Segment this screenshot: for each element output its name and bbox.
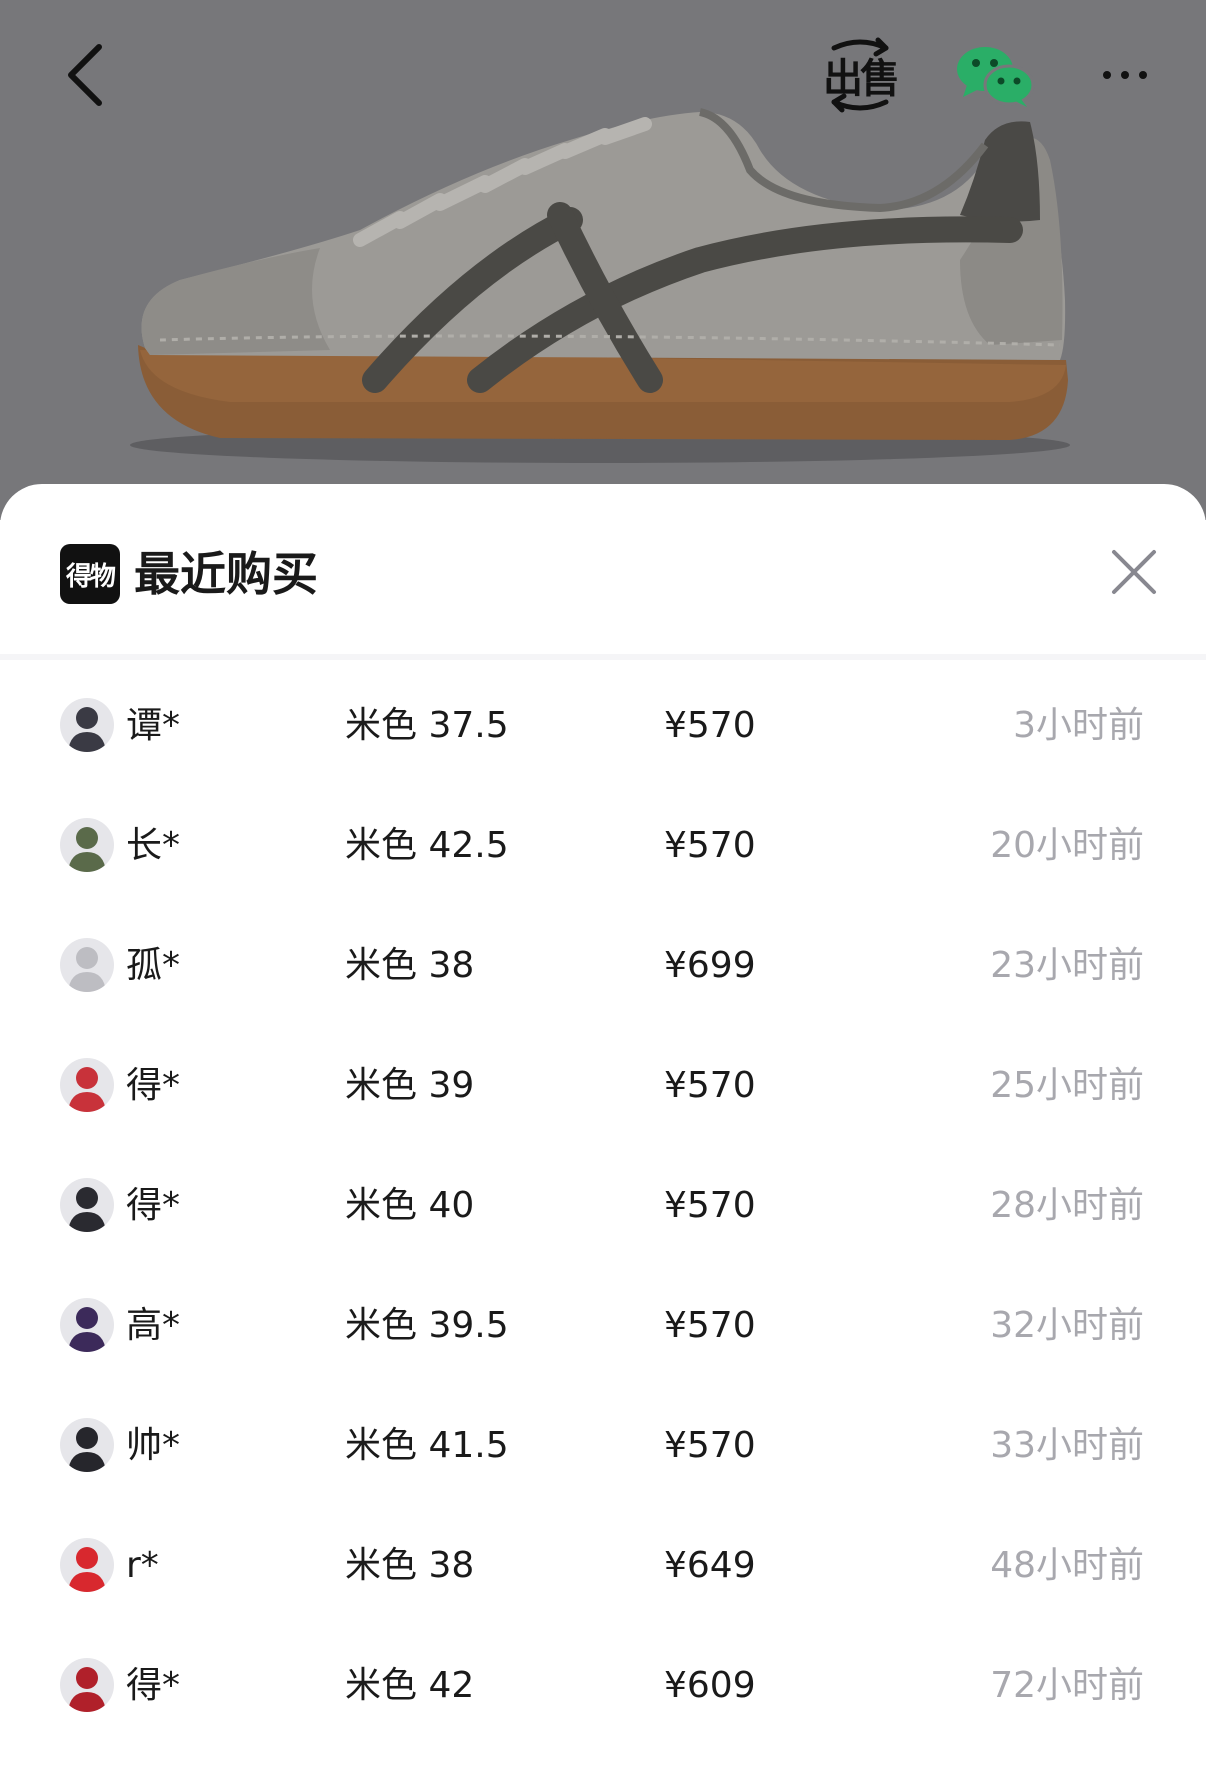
avatar [60, 1298, 114, 1352]
purchase-time: 28小时前 [990, 1185, 1144, 1226]
buyer-name: 孤* [126, 945, 181, 986]
purchase-list: 谭* 米色 37.5 ¥570 3小时前 长* 米色 42.5 ¥570 20小… [0, 666, 1206, 1746]
purchase-row: 帅* 米色 41.5 ¥570 33小时前 [0, 1386, 1206, 1506]
item-price: ¥570 [664, 705, 756, 746]
purchase-time: 72小时前 [990, 1665, 1144, 1706]
purchase-time: 32小时前 [990, 1305, 1144, 1346]
dewu-logo: 得物 [60, 544, 120, 604]
buyer-name: 得* [126, 1665, 181, 1706]
sell-label: 出售 [823, 56, 900, 102]
item-spec: 米色 39.5 [345, 1305, 509, 1346]
sheet-header: 得物 最近购买 [0, 484, 1206, 660]
purchase-row: 得* 米色 40 ¥570 28小时前 [0, 1146, 1206, 1266]
more-dots-icon [1103, 71, 1147, 79]
avatar [60, 1418, 114, 1472]
purchase-row: 孤* 米色 38 ¥699 23小时前 [0, 906, 1206, 1026]
product-image: 出售 [0, 0, 1206, 520]
wechat-icon [957, 47, 1035, 107]
close-button[interactable] [1108, 546, 1160, 598]
purchase-time: 20小时前 [990, 825, 1144, 866]
purchase-time: 48小时前 [990, 1545, 1144, 1586]
item-spec: 米色 39 [345, 1065, 475, 1106]
sell-button[interactable]: 出售 [820, 30, 900, 120]
buyer-name: 高* [126, 1305, 181, 1346]
item-spec: 米色 41.5 [345, 1425, 509, 1466]
avatar-image [68, 1667, 106, 1712]
purchase-row: 得* 米色 39 ¥570 25小时前 [0, 1026, 1206, 1146]
avatar-image [68, 707, 106, 752]
sheet-title: 最近购买 [134, 547, 318, 601]
purchase-row: 得* 米色 42 ¥609 72小时前 [0, 1626, 1206, 1746]
recent-purchases-sheet: 得物 最近购买 谭* 米色 37.5 ¥570 3小时前 长* 米色 42.5 … [0, 484, 1206, 1775]
chevron-left-icon [68, 44, 102, 106]
back-button[interactable] [50, 30, 120, 120]
purchase-time: 23小时前 [990, 945, 1144, 986]
item-spec: 米色 42.5 [345, 825, 509, 866]
avatar-image [68, 1187, 106, 1232]
item-spec: 米色 38 [345, 945, 475, 986]
buyer-name: 谭* [126, 705, 181, 746]
item-price: ¥649 [664, 1545, 756, 1586]
avatar-image [68, 1547, 106, 1592]
share-wechat-button[interactable] [950, 30, 1040, 120]
buyer-name: 帅* [126, 1425, 181, 1466]
item-price: ¥570 [664, 1305, 756, 1346]
close-icon [1112, 550, 1156, 594]
purchase-time: 25小时前 [990, 1065, 1144, 1106]
item-price: ¥570 [664, 1425, 756, 1466]
purchase-time: 3小时前 [1013, 705, 1144, 746]
avatar [60, 1658, 114, 1712]
avatar-image [68, 1427, 106, 1472]
avatar [60, 938, 114, 992]
item-spec: 米色 40 [345, 1185, 475, 1226]
buyer-name: 长* [126, 825, 181, 866]
avatar-image [68, 1307, 106, 1352]
avatar [60, 698, 114, 752]
purchase-row: 高* 米色 39.5 ¥570 32小时前 [0, 1266, 1206, 1386]
purchase-row: r* 米色 38 ¥649 48小时前 [0, 1506, 1206, 1626]
avatar [60, 1058, 114, 1112]
item-spec: 米色 38 [345, 1545, 475, 1586]
avatar-image [68, 827, 106, 872]
item-price: ¥609 [664, 1665, 756, 1706]
item-price: ¥570 [664, 1185, 756, 1226]
avatar [60, 1178, 114, 1232]
item-price: ¥699 [664, 945, 756, 986]
item-price: ¥570 [664, 825, 756, 866]
purchase-row: 长* 米色 42.5 ¥570 20小时前 [0, 786, 1206, 906]
avatar [60, 818, 114, 872]
avatar-image [68, 947, 106, 992]
buyer-name: r* [126, 1545, 159, 1586]
avatar [60, 1538, 114, 1592]
purchase-row: 谭* 米色 37.5 ¥570 3小时前 [0, 666, 1206, 786]
avatar-image [68, 1067, 106, 1112]
buyer-name: 得* [126, 1065, 181, 1106]
item-spec: 米色 42 [345, 1665, 475, 1706]
more-button[interactable] [1090, 30, 1160, 120]
purchase-time: 33小时前 [990, 1425, 1144, 1466]
buyer-name: 得* [126, 1185, 181, 1226]
item-price: ¥570 [664, 1065, 756, 1106]
item-spec: 米色 37.5 [345, 705, 509, 746]
